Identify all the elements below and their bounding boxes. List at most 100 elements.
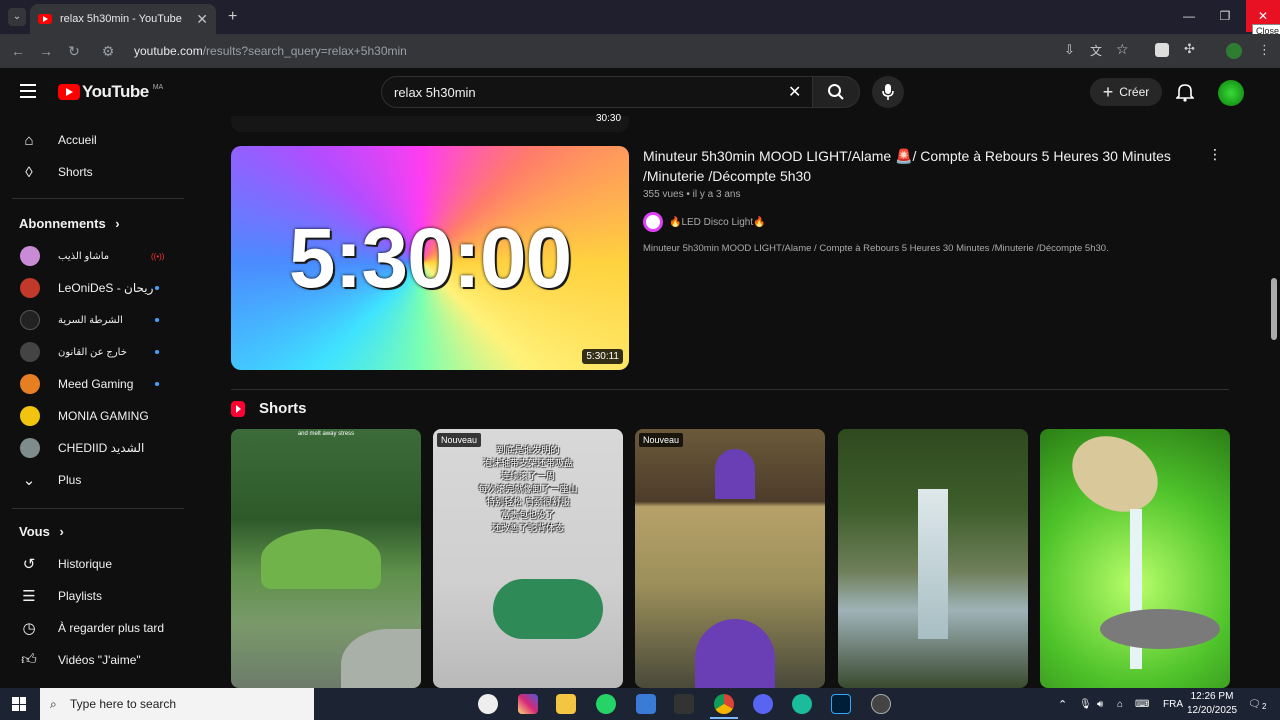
notification-icon[interactable]: 🗨︎ [1248, 688, 1261, 720]
sidebar-channel[interactable]: LeOniDeS - ن ريحان [0, 272, 184, 304]
reload-icon[interactable]: ↻ [60, 43, 88, 60]
chrome-icon[interactable] [714, 694, 734, 714]
sidebar-item-playlists[interactable]: ☰ Playlists [0, 580, 184, 612]
new-content-dot [155, 318, 159, 322]
youtube-favicon-icon [38, 14, 52, 24]
shorts-heading: Shorts [231, 400, 307, 417]
sidebar-channel[interactable]: خارج عن القانون [0, 336, 184, 368]
live-indicator-icon: ((•)) [151, 251, 165, 261]
sidebar-item-watch-later[interactable]: ◷ À regarder plus tard [0, 612, 184, 644]
tab-close-icon[interactable]: ✕ [196, 11, 208, 28]
notification-count: 2 [1262, 702, 1267, 711]
photoshop-icon[interactable] [831, 694, 851, 714]
whatsapp-icon[interactable] [596, 694, 616, 714]
channel-avatar [20, 374, 40, 394]
sidebar-channel[interactable]: الشرطة السرية [0, 304, 184, 336]
install-app-icon[interactable]: ⇩ [1064, 42, 1075, 58]
more-actions-icon[interactable]: ⋮ [1208, 146, 1222, 163]
chevron-right-icon: › [59, 524, 64, 539]
menu-icon[interactable] [20, 84, 36, 98]
tray-chevron-icon[interactable]: ⌃ [1058, 688, 1067, 720]
new-tab-button[interactable]: + [228, 8, 237, 26]
sidebar-item-shorts[interactable]: ◊ Shorts [0, 156, 184, 188]
scrollbar-thumb[interactable] [1271, 278, 1277, 340]
taskbar: ⌕ Type here to search ⌃ 🎙︎ 🔊︎ ⌂ ⌨ FRA 12… [0, 688, 1280, 720]
extension-icon[interactable] [1155, 43, 1169, 57]
short-card[interactable]: Nouveau [635, 429, 825, 688]
store-icon[interactable] [636, 694, 656, 714]
voice-search-button[interactable] [872, 76, 904, 108]
browser-menu-icon[interactable]: ⋮ [1258, 42, 1271, 58]
sidebar-channel[interactable]: CHEDIID الشديد [0, 432, 184, 464]
clear-search-icon[interactable]: ✕ [788, 82, 801, 102]
minimize-button[interactable]: — [1172, 0, 1206, 32]
video-thumbnail[interactable]: 5:30:00 5:30:11 [231, 146, 629, 370]
media-player-icon[interactable] [478, 694, 498, 714]
chevron-down-icon: ⌄ [22, 472, 36, 489]
taskbar-clock[interactable]: 12:26 PM 12/20/2025 [1186, 690, 1238, 718]
sidebar-item-home[interactable]: ⌂ Accueil [0, 124, 184, 156]
instagram-icon[interactable] [518, 694, 538, 714]
clock-time: 12:26 PM [1190, 691, 1234, 702]
app-icon[interactable] [792, 694, 812, 714]
sidebar-item-history[interactable]: ↺ Historique [0, 548, 184, 580]
extensions-puzzle-icon[interactable]: ✣ [1184, 41, 1195, 57]
previous-result-thumbnail[interactable] [231, 116, 629, 132]
short-card[interactable] [1040, 429, 1230, 688]
browser-tab-youtube[interactable]: relax 5h30min - YouTube ✕ [30, 4, 216, 34]
scrollbar-track[interactable] [1268, 68, 1280, 688]
file-explorer-icon[interactable] [556, 694, 576, 714]
taskbar-search-placeholder: Type here to search [70, 697, 177, 711]
account-avatar[interactable] [1218, 80, 1244, 106]
discord-icon[interactable] [753, 694, 773, 714]
short-card[interactable]: and melt away stress [231, 429, 421, 688]
epic-games-icon[interactable] [674, 694, 694, 714]
back-arrow-icon[interactable]: ← [4, 43, 32, 59]
restore-button[interactable]: ❐ [1208, 0, 1242, 32]
keyboard-icon[interactable]: ⌨ [1135, 688, 1149, 720]
short-card[interactable]: Nouveau 到底是谁发明的 泡沫轴带支架还带吸盘 连续滚了一周 每次滚完就像… [433, 429, 623, 688]
waterfall-shape [918, 489, 948, 639]
profile-avatar-icon[interactable] [1226, 43, 1242, 59]
translate-icon[interactable]: 文 [1090, 42, 1102, 59]
sidebar-item-label: À regarder plus tard [58, 621, 165, 635]
channel-link[interactable]: 🔥LED Disco Light🔥 [643, 212, 766, 232]
tab-list-dropdown-icon[interactable]: ⌄ [8, 8, 26, 26]
sidebar-item-more[interactable]: ⌄ Plus [0, 464, 184, 496]
short-card[interactable] [838, 429, 1028, 688]
channel-avatar [20, 246, 40, 266]
forward-arrow-icon[interactable]: → [32, 43, 60, 59]
site-info-icon[interactable]: ⚙ [94, 43, 122, 60]
video-title[interactable]: Minuteur 5h30min MOOD LIGHT/Alame 🚨/ Com… [643, 146, 1188, 186]
channel-name: ماشاو الذيب [58, 250, 110, 262]
volume-icon[interactable]: 🔊︎ [1097, 688, 1103, 720]
language-indicator[interactable]: FRA [1163, 688, 1183, 720]
url-field[interactable]: youtube.com/results?search_query=relax+5… [134, 44, 407, 58]
network-icon[interactable]: ⌂ [1117, 688, 1123, 720]
search-input[interactable]: relax 5h30min [381, 76, 813, 108]
app-icon[interactable] [871, 694, 891, 714]
channel-name: خارج عن القانون [58, 346, 127, 358]
sidebar-channel[interactable]: MONIA GAMING [0, 400, 184, 432]
new-badge: Nouveau [639, 433, 684, 447]
you-heading-label: Vous [19, 524, 50, 539]
bamboo-shape [1058, 429, 1172, 527]
bell-icon[interactable] [1175, 82, 1195, 107]
subscriptions-heading[interactable]: Abonnements › [19, 216, 120, 231]
search-button[interactable] [812, 76, 860, 108]
sidebar-channel[interactable]: ماشاو الذيب ((•)) [0, 240, 184, 272]
create-button[interactable]: + Créer [1090, 78, 1162, 106]
mic-icon[interactable]: 🎙︎ [1079, 688, 1092, 720]
clock-icon: ◷ [22, 620, 36, 637]
active-app-underline [710, 717, 738, 719]
bookmark-star-icon[interactable]: ☆ [1116, 41, 1129, 58]
windows-start-icon[interactable] [12, 697, 26, 711]
playlist-icon: ☰ [22, 588, 36, 605]
sidebar-item-liked[interactable]: 👍︎ Vidéos "J'aime" [0, 644, 184, 676]
channel-avatar [643, 212, 663, 232]
youtube-logo[interactable]: YouTube MA [58, 82, 163, 102]
you-heading[interactable]: Vous › [19, 524, 64, 539]
sidebar-channel[interactable]: Meed Gaming [0, 368, 184, 400]
taskbar-search-input[interactable]: ⌕ Type here to search [40, 688, 314, 720]
channel-name: CHEDIID الشديد [58, 441, 145, 455]
